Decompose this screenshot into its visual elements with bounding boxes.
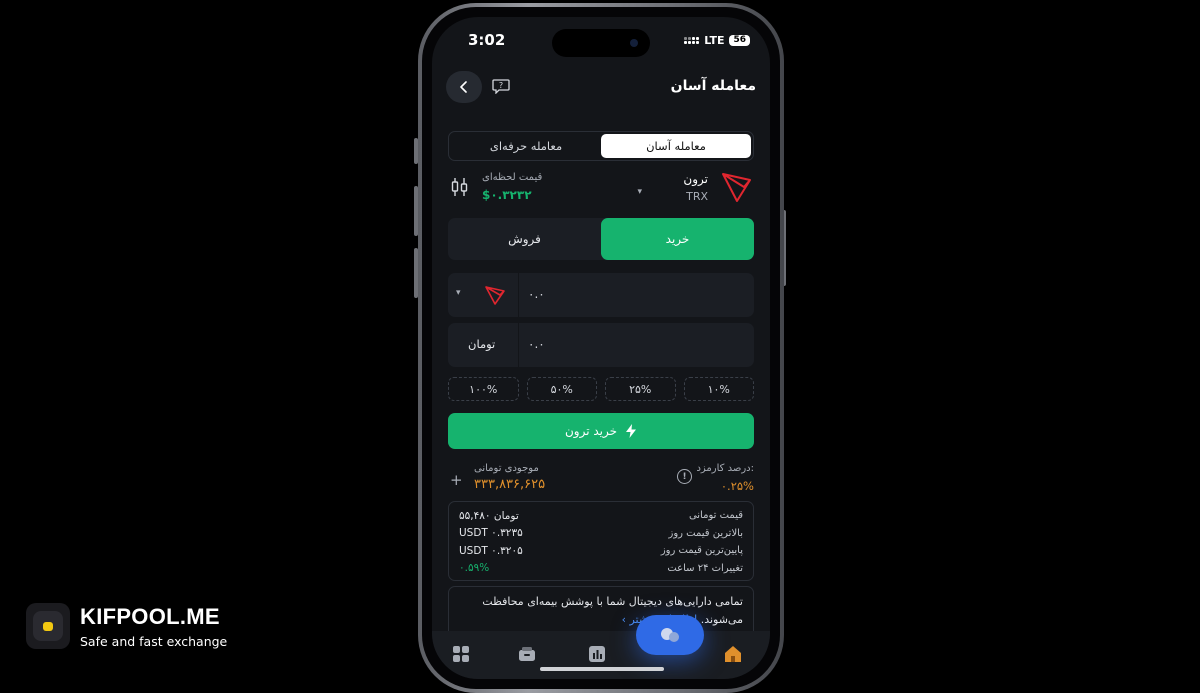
stat-row: پایین‌ترین قیمت روز USDT ۰.۳۲۰۵ [459,542,743,560]
percent-50-button[interactable]: ۵۰% [526,377,597,401]
help-chat-icon[interactable]: ? [492,78,510,94]
stat-label: بالاترین قیمت روز [668,527,743,539]
page-title: معامله آسان [670,78,756,94]
status-time: 3:02 [468,31,506,49]
live-price-value: $۰.۳۲۳۲ [482,188,532,202]
trade-mode-tabs: معامله آسان معامله حرفه‌ای [448,131,754,161]
status-bar: 3:02 LTE 56 [432,17,770,67]
coin-amount-value[interactable]: ۰.۰ [528,287,545,301]
stat-value: ۵۵,۴۸۰ تومان [459,509,519,522]
stat-value: USDT ۰.۳۲۳۵ [459,527,523,540]
tab-sell[interactable]: فروش [448,218,601,260]
brand-tagline: Safe and fast exchange [80,633,228,649]
app-screen: 3:02 LTE 56 ? معامله آسان معامله آسان مع… [432,17,770,679]
tab-pro-trade[interactable]: معامله حرفه‌ای [451,134,601,158]
live-price-label: قیمت لحظه‌ای [482,172,543,183]
stat-row: بالاترین قیمت روز USDT ۰.۳۲۳۵ [459,525,743,543]
toman-balance-value: ۳۳۳,۸۳۶,۶۲۵ [474,477,546,492]
fee-value: ۰.۲۵% [720,479,754,493]
chevron-down-icon[interactable]: ▾ [637,187,642,197]
coin-symbol[interactable]: TRX [686,190,708,203]
stat-row: قیمت تومانی ۵۵,۴۸۰ تومان [459,507,743,525]
insurance-text: تمامی دارایی‌های دیجیتال شما با پوشش بیم… [482,595,743,626]
info-icon[interactable]: ! [677,469,692,484]
plus-icon[interactable]: + [450,471,463,489]
market-chart-icon[interactable] [588,645,606,663]
kifpool-logo: KIFPOOL.ME Safe and fast exchange [26,603,227,649]
tab-easy-trade[interactable]: معامله آسان [601,134,751,158]
stat-label: قیمت تومانی [688,510,743,522]
stat-label: تغییرات ۲۴ ساعت [667,562,743,574]
coin-selector-row: ترون TRX ▾ قیمت لحظه‌ای $۰.۳۲۳۲ [450,167,754,209]
percent-10-button[interactable]: ۱۰% [683,377,754,401]
fee-balance-row: درصد کارمزد: ۰.۲۵% ! موجودی تومانی ۳۳۳,۸… [448,463,754,497]
stat-value: ۰.۵۹% [459,562,490,575]
market-stats-card: قیمت تومانی ۵۵,۴۸۰ تومان بالاترین قیمت ر… [448,501,754,581]
toman-unit-label: تومان [468,337,496,351]
phone-frame: 3:02 LTE 56 ? معامله آسان معامله آسان مع… [418,3,784,693]
trade-fab-button[interactable] [636,615,704,655]
page-header: ? معامله آسان [446,71,756,103]
signal-icon [684,37,700,44]
coin-amount-field[interactable]: ▾ ۰.۰ [448,273,754,317]
chevron-down-icon[interactable]: ▾ [456,288,461,298]
exchange-icon [661,628,679,642]
apps-grid-icon[interactable] [452,645,470,663]
toman-balance-label: موجودی تومانی [474,463,539,474]
bolt-icon [626,424,637,438]
home-icon[interactable] [724,645,742,663]
coin-name[interactable]: ترون [683,172,708,186]
wallet-logo-icon [26,603,70,649]
chevron-left-icon [460,81,467,93]
svg-text:?: ? [499,81,503,90]
buy-sell-tabs: خرید فروش [448,218,754,260]
tron-coin-icon [485,286,505,305]
buy-tron-button[interactable]: خرید ترون [448,413,754,449]
percent-buttons: ۱۰% ۲۵% ۵۰% ۱۰۰% [448,377,754,401]
buy-tron-label: خرید ترون [564,424,618,438]
wallet-icon[interactable] [518,645,536,663]
percent-25-button[interactable]: ۲۵% [605,377,676,401]
toman-amount-value[interactable]: ۰.۰ [528,337,545,351]
dynamic-island [552,29,650,57]
tab-buy[interactable]: خرید [601,218,754,260]
stat-label: پایین‌ترین قیمت روز [660,545,743,557]
network-type: LTE [704,34,725,47]
home-indicator [540,667,664,671]
brand-name: KIFPOOL.ME [80,603,220,629]
stat-value: USDT ۰.۳۲۰۵ [459,544,523,557]
back-button[interactable] [446,71,482,103]
percent-100-button[interactable]: ۱۰۰% [448,377,519,401]
stat-row: تغییرات ۲۴ ساعت ۰.۵۹% [459,560,743,578]
battery-icon: 56 [729,35,750,46]
tron-logo-icon[interactable] [720,170,754,204]
bottom-nav [432,631,770,679]
candlestick-chart-icon[interactable] [450,177,470,197]
toman-amount-field[interactable]: تومان ۰.۰ [448,323,754,367]
fee-label: درصد کارمزد: [696,463,754,474]
